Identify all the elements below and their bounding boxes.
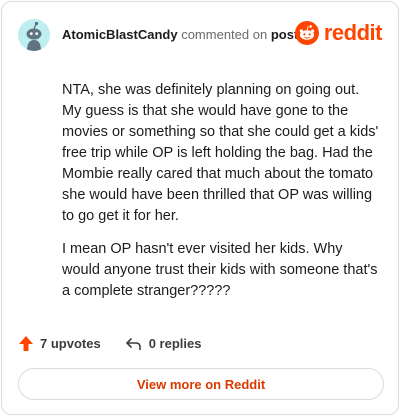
comment-embed-card: AtomicBlastCandy commented on post reddi…: [1, 1, 399, 415]
reddit-wordmark: reddit: [323, 20, 383, 45]
comment-actions: 7 upvotes 0 replies: [18, 335, 201, 352]
reddit-brand[interactable]: reddit: [294, 20, 383, 45]
view-more-button[interactable]: View more on Reddit: [18, 368, 384, 400]
upvote-button[interactable]: 7 upvotes: [18, 335, 101, 352]
reply-count: 0 replies: [148, 336, 202, 351]
comment-paragraph: NTA, she was definitely planning on goin…: [62, 82, 379, 224]
comment-header: AtomicBlastCandy commented on post reddi…: [18, 18, 383, 52]
author-username[interactable]: AtomicBlastCandy: [62, 27, 178, 42]
comment-byline: AtomicBlastCandy commented on post: [62, 27, 298, 43]
upvote-count: 7 upvotes: [40, 336, 101, 351]
snoo-avatar-icon[interactable]: [18, 19, 50, 51]
reply-button[interactable]: 0 replies: [125, 336, 202, 352]
commented-on-text: commented on: [181, 27, 268, 42]
reply-arrow-icon: [125, 337, 141, 350]
upvote-arrow-icon: [19, 336, 33, 351]
comment-body: NTA, she was definitely planning on goin…: [62, 80, 382, 314]
comment-paragraph: I mean OP hasn't ever visited her kids. …: [62, 241, 378, 299]
reddit-logo-icon: [294, 21, 319, 45]
